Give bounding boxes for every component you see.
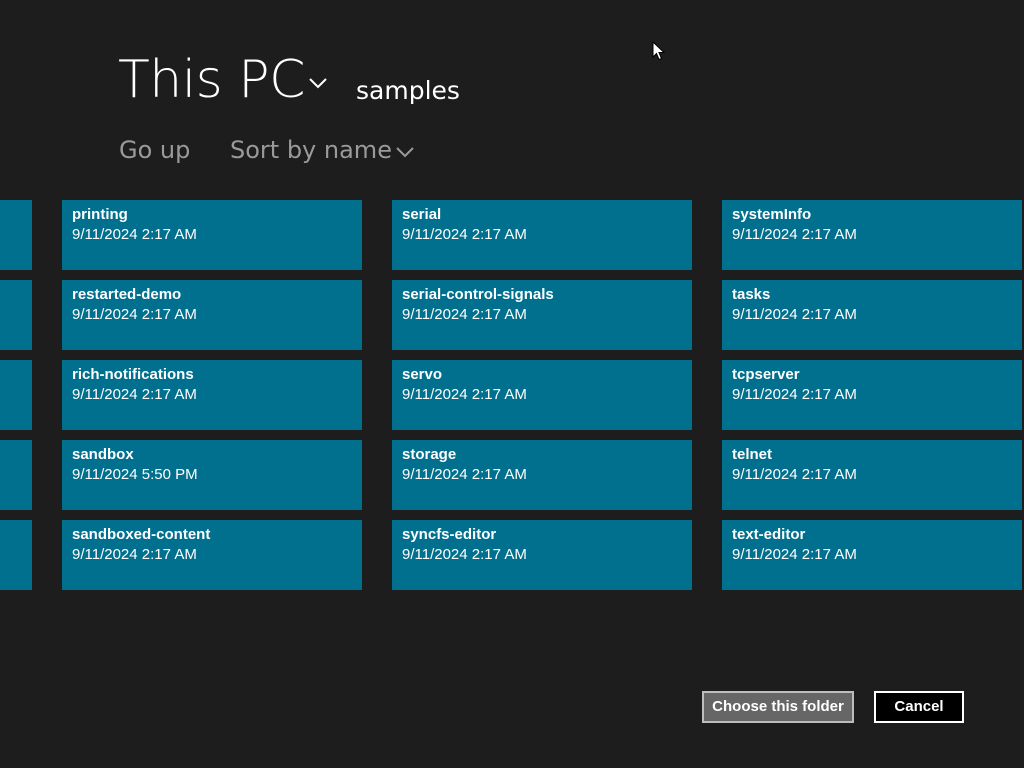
folder-tile-partial[interactable] — [0, 360, 32, 430]
folder-modified-date: 9/11/2024 2:17 AM — [402, 226, 527, 243]
folder-tile[interactable]: syncfs-editor 9/11/2024 2:17 AM — [392, 520, 692, 590]
location-title[interactable]: This PC — [118, 46, 305, 114]
folder-modified-date: 9/11/2024 2:17 AM — [732, 386, 857, 403]
folder-tile[interactable]: rich-notifications 9/11/2024 2:17 AM — [62, 360, 362, 430]
go-up-button[interactable]: Go up — [119, 133, 190, 167]
folder-tile-partial[interactable] — [0, 200, 32, 270]
folder-tile-partial[interactable] — [0, 280, 32, 350]
folder-tile[interactable]: serial 9/11/2024 2:17 AM — [392, 200, 692, 270]
folder-tile[interactable]: printing 9/11/2024 2:17 AM — [62, 200, 362, 270]
folder-tile-partial[interactable] — [0, 520, 32, 590]
folder-name: sandbox — [72, 446, 134, 463]
folder-tile[interactable]: tasks 9/11/2024 2:17 AM — [722, 280, 1022, 350]
folder-name: serial — [402, 206, 442, 223]
folder-modified-date: 9/11/2024 5:50 PM — [72, 466, 198, 483]
folder-name: restarted-demo — [72, 286, 182, 303]
sort-chevron-down-icon[interactable] — [396, 145, 414, 159]
folder-tile[interactable]: servo 9/11/2024 2:17 AM — [392, 360, 692, 430]
folder-tile[interactable]: sandbox 9/11/2024 5:50 PM — [62, 440, 362, 510]
location-chevron-down-icon[interactable] — [308, 73, 328, 93]
folder-modified-date: 9/11/2024 2:17 AM — [72, 546, 197, 563]
sort-by-dropdown[interactable]: Sort by name — [230, 133, 392, 167]
folder-name: servo — [402, 366, 443, 383]
folder-name: storage — [402, 446, 457, 463]
folder-grid: printing 9/11/2024 2:17 AM restarted-dem… — [0, 200, 1024, 590]
folder-modified-date: 9/11/2024 2:17 AM — [732, 306, 857, 323]
folder-modified-date: 9/11/2024 2:17 AM — [732, 226, 857, 243]
choose-folder-button[interactable]: Choose this folder — [702, 691, 854, 723]
folder-tile[interactable]: systemInfo 9/11/2024 2:17 AM — [722, 200, 1022, 270]
folder-modified-date: 9/11/2024 2:17 AM — [402, 306, 527, 323]
folder-tile[interactable]: serial-control-signals 9/11/2024 2:17 AM — [392, 280, 692, 350]
folder-modified-date: 9/11/2024 2:17 AM — [732, 466, 857, 483]
folder-tile[interactable]: storage 9/11/2024 2:17 AM — [392, 440, 692, 510]
folder-name: rich-notifications — [72, 366, 194, 383]
folder-modified-date: 9/11/2024 2:17 AM — [72, 306, 197, 323]
folder-name: tcpserver — [732, 366, 800, 383]
folder-name: tasks — [732, 286, 771, 303]
folder-name: sandboxed-content — [72, 526, 211, 543]
folder-modified-date: 9/11/2024 2:17 AM — [72, 226, 197, 243]
folder-modified-date: 9/11/2024 2:17 AM — [402, 546, 527, 563]
folder-name: printing — [72, 206, 128, 223]
folder-tile[interactable]: tcpserver 9/11/2024 2:17 AM — [722, 360, 1022, 430]
folder-tile-partial[interactable] — [0, 440, 32, 510]
folder-tile[interactable]: sandboxed-content 9/11/2024 2:17 AM — [62, 520, 362, 590]
folder-tile[interactable]: restarted-demo 9/11/2024 2:17 AM — [62, 280, 362, 350]
current-folder-name: samples — [356, 76, 460, 105]
folder-name: syncfs-editor — [402, 526, 497, 543]
folder-name: telnet — [732, 446, 773, 463]
folder-tile[interactable]: telnet 9/11/2024 2:17 AM — [722, 440, 1022, 510]
folder-modified-date: 9/11/2024 2:17 AM — [732, 546, 857, 563]
mouse-pointer-icon — [652, 41, 666, 61]
folder-name: text-editor — [732, 526, 806, 543]
cancel-button[interactable]: Cancel — [874, 691, 964, 723]
folder-modified-date: 9/11/2024 2:17 AM — [402, 466, 527, 483]
folder-name: systemInfo — [732, 206, 812, 223]
folder-name: serial-control-signals — [402, 286, 554, 303]
folder-modified-date: 9/11/2024 2:17 AM — [72, 386, 197, 403]
folder-tile[interactable]: text-editor 9/11/2024 2:17 AM — [722, 520, 1022, 590]
folder-modified-date: 9/11/2024 2:17 AM — [402, 386, 527, 403]
